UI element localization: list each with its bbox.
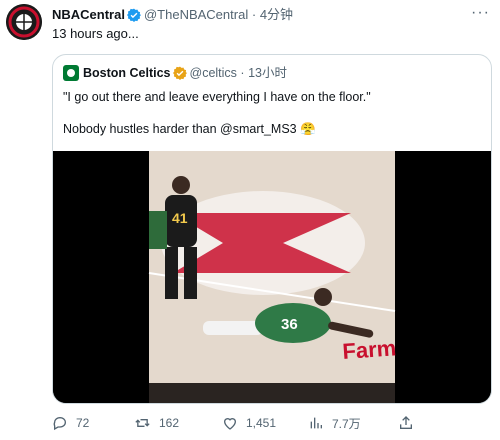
tweet-actions: 72 162 1,451 7.7万	[52, 412, 492, 434]
nbacentral-logo	[6, 4, 42, 40]
like-count: 1,451	[246, 416, 277, 430]
share-button[interactable]	[398, 412, 422, 434]
share-icon	[400, 416, 412, 429]
separator-dot: ·	[240, 66, 245, 80]
tweet-time[interactable]: 4分钟	[260, 7, 293, 22]
quoted-author-handle: @celtics	[189, 66, 237, 80]
quoted-time: 13小时	[248, 66, 287, 80]
views-button[interactable]: 7.7万	[308, 412, 361, 434]
like-icon	[223, 418, 237, 430]
tweet-header: NBACentral @TheNBACentral · 4分钟	[52, 7, 293, 26]
player-number-1: 41	[172, 210, 188, 226]
retweet-button[interactable]: 162	[134, 412, 179, 434]
quoted-text-line1: "I go out there and leave everything I h…	[63, 90, 371, 104]
quoted-tweet-card[interactable]: Boston Celtics @celtics · 13小时 "I go out …	[52, 54, 492, 404]
more-icon[interactable]: ···	[471, 4, 490, 22]
celtics-avatar	[63, 65, 79, 81]
court-floor-text: Farm	[342, 335, 397, 364]
views-icon	[310, 417, 322, 429]
quoted-author-name: Boston Celtics	[83, 66, 171, 80]
video-frame: Farm 41 36	[53, 151, 491, 403]
author-handle[interactable]: @TheNBACentral	[144, 7, 248, 22]
quoted-tweet-text: "I go out there and leave everything I h…	[63, 89, 483, 153]
verified-badge-icon	[172, 66, 187, 84]
separator-dot: ·	[251, 7, 257, 22]
tweet-text: 13 hours ago...	[52, 26, 139, 41]
author-name[interactable]: NBACentral	[52, 7, 125, 22]
author-avatar[interactable]	[6, 4, 42, 40]
reply-count: 72	[76, 416, 90, 430]
view-count: 7.7万	[332, 416, 361, 431]
retweet-count: 162	[159, 416, 180, 430]
reply-icon	[53, 416, 67, 431]
video-player[interactable]: Farm 41 36	[53, 151, 491, 403]
quoted-tweet-header: Boston Celtics @celtics · 13小时	[63, 65, 287, 84]
quoted-text-line2: Nobody hustles harder than @smart_MS3 😤	[63, 122, 316, 136]
verified-badge-icon	[126, 8, 141, 26]
reply-button[interactable]: 72	[52, 412, 89, 434]
retweet-icon	[135, 419, 150, 427]
like-button[interactable]: 1,451	[222, 412, 276, 434]
player-number-2: 36	[281, 316, 298, 333]
